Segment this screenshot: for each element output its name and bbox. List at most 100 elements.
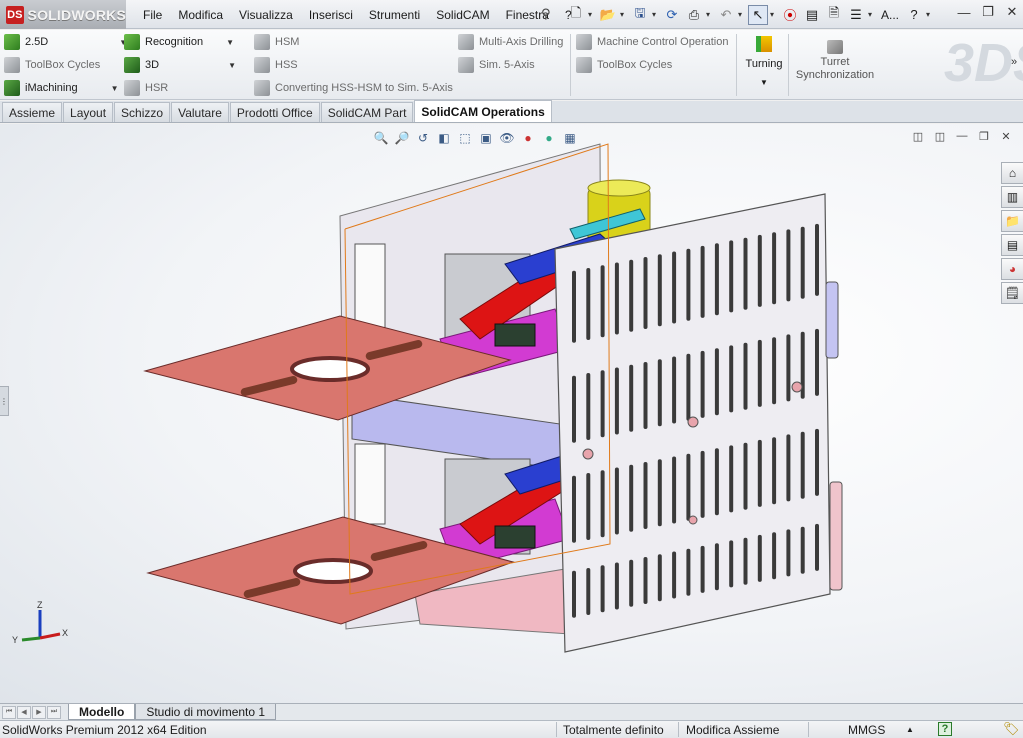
tab-studio-di-movimento[interactable]: Studio di movimento 1 <box>135 704 277 720</box>
hide-show-icon[interactable]: 👁 <box>498 129 516 147</box>
file-explorer-icon[interactable]: 📁 <box>1001 210 1023 232</box>
assembly-model[interactable] <box>0 124 1023 703</box>
chevron-down-icon[interactable]: ▼ <box>740 78 788 87</box>
undo-dropdown-icon[interactable]: ▾ <box>738 10 746 19</box>
home-icon[interactable]: ⌂ <box>1001 162 1023 184</box>
previous-view-icon[interactable]: ↺ <box>414 129 432 147</box>
doc-close-icon[interactable]: ✕ <box>997 128 1015 144</box>
tab-solidcam-operations[interactable]: SolidCAM Operations <box>414 100 552 122</box>
print-icon[interactable]: ⎙ <box>684 5 704 25</box>
panel-slot <box>657 254 662 327</box>
help-status-icon[interactable]: ? <box>938 722 952 736</box>
panel-slot <box>586 373 591 440</box>
ribbon-machine-control-operation[interactable]: Machine Control Operation <box>576 32 728 52</box>
scene-icon[interactable]: ● <box>540 129 558 147</box>
chevron-down-icon[interactable]: ▼ <box>226 38 234 47</box>
tab-valutare[interactable]: Valutare <box>171 102 229 122</box>
menu-solidcam[interactable]: SolidCAM <box>428 8 497 22</box>
search-truncated[interactable]: A... <box>878 5 902 25</box>
custom-properties-icon[interactable]: 🗒 <box>1001 282 1023 304</box>
next-tab-icon[interactable]: ▶ <box>32 705 46 719</box>
display-style-icon[interactable]: ▣ <box>477 129 495 147</box>
turning-button[interactable]: Turning ▼ <box>740 32 788 87</box>
ribbon-hsr[interactable]: HSR <box>124 78 168 98</box>
rebuild-icon[interactable]: ⟳ <box>662 5 682 25</box>
ribbon-label: HSR <box>145 82 169 94</box>
ribbon-toolbox-cycles-2[interactable]: ToolBox Cycles <box>576 55 672 75</box>
prev-tab-icon[interactable]: ◀ <box>17 705 31 719</box>
chevron-down-icon[interactable]: ▼ <box>111 84 119 93</box>
panel-slot <box>600 370 605 438</box>
ribbon-3d[interactable]: 3D ▼ <box>124 55 236 75</box>
design-library-icon[interactable]: ▥ <box>1001 186 1023 208</box>
ribbon-imachining[interactable]: iMachining ▼ <box>4 78 119 98</box>
save-dropdown-icon[interactable]: ▾ <box>652 10 660 19</box>
tab-solidcam-part[interactable]: SolidCAM Part <box>320 102 414 122</box>
ribbon-multi-axis-drilling[interactable]: Multi-Axis Drilling <box>458 32 563 52</box>
solidworks-logo[interactable]: DS SOLIDWORKS <box>0 0 126 29</box>
close-icon[interactable]: ✕ <box>1001 2 1023 22</box>
menu-inserisci[interactable]: Inserisci <box>301 8 361 22</box>
ribbon-expand-icon[interactable]: » <box>1011 56 1017 68</box>
options-icon[interactable]: ▤ <box>802 5 822 25</box>
last-tab-icon[interactable]: ⏭ <box>47 705 61 719</box>
tag-icon[interactable]: 🏷 <box>1003 721 1020 737</box>
turret-synchronization-button[interactable]: Turret Synchronization <box>792 40 878 82</box>
customize-dropdown-icon[interactable]: ▾ <box>868 10 876 19</box>
doc-minimize-icon[interactable]: — <box>953 128 971 144</box>
chevron-down-icon[interactable]: ▼ <box>228 61 236 70</box>
units-status[interactable]: MMGS <box>848 723 885 737</box>
restore-icon[interactable]: ❐ <box>977 2 999 22</box>
units-dropdown-icon[interactable]: ▲ <box>906 725 914 734</box>
new-document-icon[interactable]: 🗋 <box>566 5 586 25</box>
new-dropdown-icon[interactable]: ▾ <box>588 10 596 19</box>
ribbon-sim-5-axis[interactable]: Sim. 5-Axis <box>458 55 535 75</box>
tab-schizzo[interactable]: Schizzo <box>114 102 171 122</box>
tab-layout[interactable]: Layout <box>63 102 114 122</box>
select-arrow-icon[interactable]: ↖ <box>748 4 768 25</box>
doc-restore-icon[interactable]: ❐ <box>975 128 993 144</box>
save-icon[interactable]: 🖫 <box>630 5 650 25</box>
ribbon-recognition[interactable]: Recognition ▼ <box>124 32 234 52</box>
panel-hole <box>688 515 698 525</box>
menu-strumenti[interactable]: Strumenti <box>361 8 428 22</box>
view-settings-icon[interactable]: ▦ <box>561 129 579 147</box>
panel-slot <box>800 226 805 299</box>
appearances-icon[interactable]: ◕ <box>1001 258 1023 280</box>
tab-prodotti-office[interactable]: Prodotti Office <box>229 102 320 122</box>
minimize-icon[interactable]: — <box>953 2 975 22</box>
view-orientation-icon[interactable]: ⬚ <box>456 129 474 147</box>
help-icon[interactable]: ? <box>904 5 924 25</box>
feature-manager-toggle-icon[interactable]: ⋮ <box>0 386 9 416</box>
ribbon-toolbox-cycles[interactable]: ToolBox Cycles <box>4 55 100 75</box>
view-palette-icon[interactable]: ▤ <box>1001 234 1023 256</box>
select-dropdown-icon[interactable]: ▾ <box>770 10 778 19</box>
ribbon-2-5d[interactable]: 2.5D▼ <box>4 32 127 52</box>
open-folder-icon[interactable]: 📂 <box>598 5 618 25</box>
open-dropdown-icon[interactable]: ▾ <box>620 10 628 19</box>
ribbon-converting-hss-hsm[interactable]: Converting HSS-HSM to Sim. 5-Axis <box>254 78 453 98</box>
traffic-light-icon[interactable]: ⦿ <box>780 5 800 25</box>
customize-icon[interactable]: ☰ <box>846 5 866 25</box>
menu-modifica[interactable]: Modifica <box>170 8 231 22</box>
graphics-area[interactable]: 🔍 🔎 ↺ ◧ ⬚ ▣ 👁 ● ● ▦ ◫ ◫ — ❐ ✕ ⌂ ▥ 📁 ▤ ◕ … <box>0 124 1023 703</box>
undo-icon[interactable]: ↶ <box>716 5 736 25</box>
print-dropdown-icon[interactable]: ▾ <box>706 10 714 19</box>
zoom-area-icon[interactable]: 🔎 <box>393 129 411 147</box>
first-tab-icon[interactable]: ⏮ <box>2 705 16 719</box>
panel-slot <box>815 428 819 496</box>
zoom-to-fit-icon[interactable]: 🔍 <box>372 129 390 147</box>
tab-assieme[interactable]: Assieme <box>2 102 63 122</box>
file-properties-icon[interactable]: 🗎 <box>824 5 844 25</box>
ribbon-hsm[interactable]: HSM <box>254 32 299 52</box>
menu-visualizza[interactable]: Visualizza <box>231 8 301 22</box>
appearance-icon[interactable]: ● <box>519 129 537 147</box>
tab-modello[interactable]: Modello <box>68 704 136 720</box>
tile-right-icon[interactable]: ◫ <box>931 128 949 144</box>
pin-menu-icon[interactable]: ⚲ <box>541 6 557 22</box>
tile-left-icon[interactable]: ◫ <box>909 128 927 144</box>
help-dropdown-icon[interactable]: ▾ <box>926 10 934 19</box>
menu-file[interactable]: File <box>135 8 170 22</box>
section-view-icon[interactable]: ◧ <box>435 129 453 147</box>
ribbon-hss[interactable]: HSS <box>254 55 298 75</box>
